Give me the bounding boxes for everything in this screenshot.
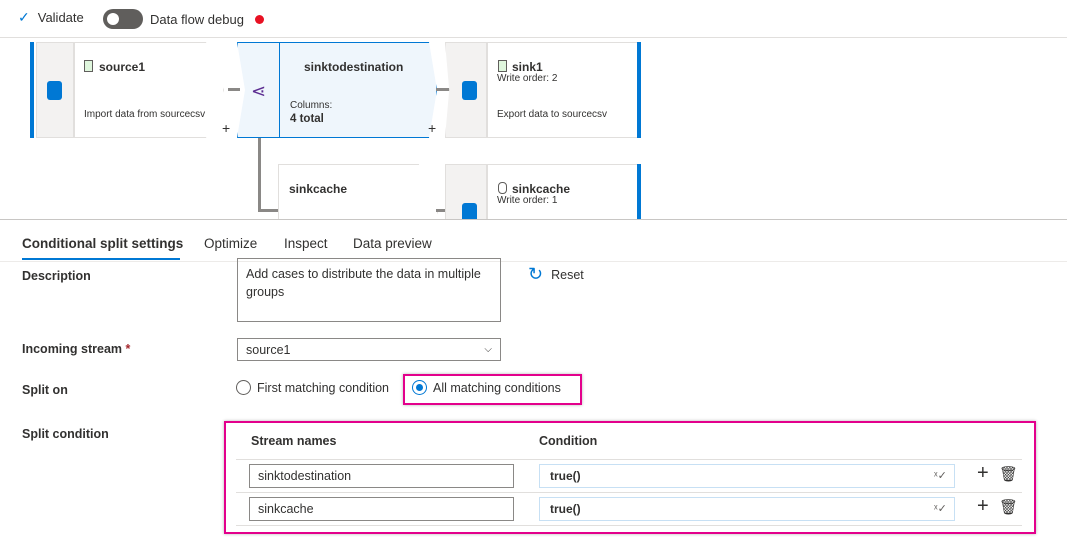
stream-name-input[interactable]: sinkcache <box>249 497 514 521</box>
delete-condition-button[interactable]: 🗑 <box>999 498 1018 516</box>
delete-condition-button[interactable]: 🗑 <box>999 465 1018 483</box>
chevron-down-icon: ⌵ <box>484 344 492 355</box>
tab-optimize[interactable]: Optimize <box>204 236 257 251</box>
description-label: Description <box>22 269 91 283</box>
add-condition-button[interactable]: + <box>977 462 989 485</box>
radio-first-matching[interactable]: First matching condition <box>236 380 389 395</box>
add-transform-button-2[interactable]: + <box>428 120 436 136</box>
database-source-icon <box>47 81 62 100</box>
split-on-label: Split on <box>22 383 68 397</box>
conditional-split-icon: ⋖ <box>251 81 267 101</box>
csv-file-icon <box>498 60 507 72</box>
debug-status-dot <box>255 15 264 24</box>
validate-button[interactable]: ✓ Validate <box>18 9 84 26</box>
radio-button[interactable] <box>236 380 251 395</box>
split-condition-table: Stream names Condition sinktodestination… <box>224 421 1036 534</box>
condition-input[interactable]: true() <box>539 497 955 521</box>
reset-button[interactable]: ↻ Reset <box>528 264 584 285</box>
incoming-stream-select[interactable]: source1 ⌵ <box>237 338 501 361</box>
radio-button-selected[interactable] <box>412 380 427 395</box>
checkmark-icon: ✓ <box>18 9 30 25</box>
tab-data-preview[interactable]: Data preview <box>353 236 432 251</box>
expression-builder-icon[interactable]: ˣ✓ <box>934 502 947 515</box>
toolbar: ✓ Validate Data flow debug <box>0 0 1067 38</box>
node-sinktodestination[interactable]: ⋖ sinktodestination Columns: 4 total <box>237 42 437 138</box>
stream-name-input[interactable]: sinktodestination <box>249 464 514 488</box>
csv-file-icon <box>84 60 93 72</box>
node-sinkcache[interactable]: sinkcache Write order: 1 <box>445 164 645 219</box>
cache-icon <box>498 182 507 194</box>
database-sink-icon <box>462 81 477 100</box>
add-condition-button[interactable]: + <box>977 495 989 518</box>
split-condition-label: Split condition <box>22 427 109 441</box>
dataflow-canvas[interactable]: source1 Import data from sourcecsv + ⋖ s… <box>0 38 1067 220</box>
settings-tabs: Conditional split settings Optimize Insp… <box>0 222 1067 262</box>
radio-all-matching[interactable]: All matching conditions <box>412 380 561 395</box>
condition-input[interactable]: true() <box>539 464 955 488</box>
tab-conditional-split-settings[interactable]: Conditional split settings <box>22 236 183 251</box>
node-source1[interactable]: source1 Import data from sourcecsv <box>30 42 230 138</box>
debug-toggle[interactable] <box>103 9 143 29</box>
add-transform-button[interactable]: + <box>222 120 230 136</box>
reset-icon: ↻ <box>528 264 544 284</box>
incoming-stream-label: Incoming stream * <box>22 342 131 356</box>
node-sink1[interactable]: sink1 Write order: 2 Export data to sour… <box>445 42 645 138</box>
expression-builder-icon[interactable]: ˣ✓ <box>934 469 947 482</box>
debug-label: Data flow debug <box>150 12 244 27</box>
node-sinkcache-split[interactable]: sinkcache <box>278 164 438 219</box>
database-sink-icon <box>462 203 477 219</box>
tab-inspect[interactable]: Inspect <box>284 236 328 251</box>
description-textarea[interactable]: Add cases to distribute the data in mult… <box>237 258 501 322</box>
